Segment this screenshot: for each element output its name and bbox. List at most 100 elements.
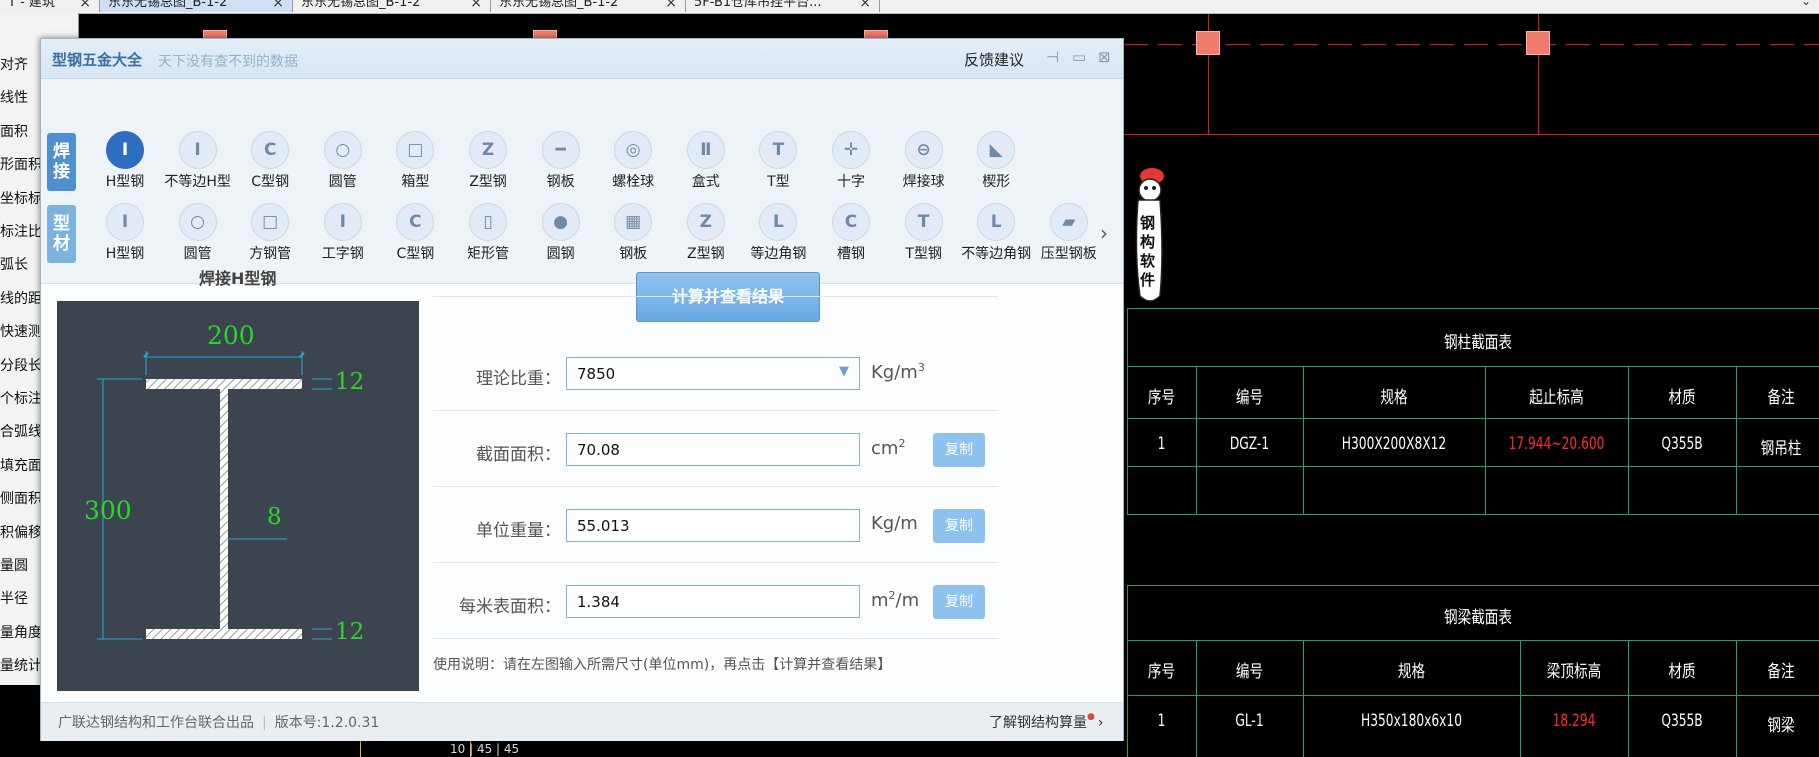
tool-item[interactable]: 量角度	[0, 622, 42, 642]
dim-height-input[interactable]: 300	[84, 496, 132, 525]
dialog-subtitle: 天下没有查不到的数据	[158, 54, 298, 70]
tool-item[interactable]: 对齐	[0, 54, 28, 74]
dim-width-input[interactable]: 200	[207, 321, 255, 350]
tab-drawing-4[interactable]: 5F-B1仓库吊挂平台... ×	[686, 0, 880, 12]
feedback-link[interactable]: 反馈建议	[964, 49, 1024, 70]
density-select[interactable]: 7850 ▼	[566, 357, 860, 390]
section-type-label: 圆管	[183, 246, 212, 262]
section-type-label: C型钢	[251, 174, 290, 190]
dropdown-arrow-icon[interactable]: ▼	[839, 364, 849, 379]
surface-area-label: 每米表面积：	[459, 597, 561, 617]
section-type-z-section[interactable]: Z Z型钢	[452, 131, 524, 191]
tab-drawing-3[interactable]: 东东无锡总图_B-1-2 ×	[491, 0, 686, 12]
section-type-unequal-h-beam[interactable]: I 不等边H型	[162, 131, 234, 191]
close-icon[interactable]: ×	[470, 0, 482, 12]
table-header: 规格	[1380, 388, 1408, 408]
section-type-bolt-ball[interactable]: ◎ 螺栓球	[597, 131, 669, 191]
section-type-unequal-angle[interactable]: L 不等边角钢	[960, 203, 1032, 263]
section-type-label: 焊接球	[902, 174, 945, 190]
section-type-round-bar[interactable]: ● 圆钢	[525, 203, 597, 263]
section-type-h-beam[interactable]: I H型钢	[89, 203, 161, 263]
section-type-wedge[interactable]: ◣ 楔形	[960, 131, 1032, 191]
table-cell: H300X200X8X12	[1341, 434, 1447, 454]
section-type-label: H型钢	[105, 174, 145, 190]
surface-area-field[interactable]: 1.384	[566, 585, 860, 618]
tab-overflow-chevron-icon[interactable]: ⌄	[1801, 0, 1811, 8]
close-icon[interactable]: ⊠	[1098, 48, 1111, 66]
section-type-round-tube[interactable]: ○ 圆管	[162, 203, 234, 263]
tool-item[interactable]: 量统计	[0, 655, 42, 675]
tool-item[interactable]: 面积	[0, 121, 28, 141]
tool-item[interactable]: 侧面积	[0, 488, 42, 508]
tool-item[interactable]: 线性	[0, 87, 28, 107]
tab-drawing-2[interactable]: 东东无锡总图_B-1-2 ×	[293, 0, 491, 12]
section-type-welded-ball[interactable]: ⊖ 焊接球	[888, 131, 960, 191]
tool-item[interactable]: 分段长	[0, 355, 42, 375]
learn-more-link[interactable]: 了解钢结构算量● ›	[989, 712, 1103, 732]
section-type-z-section[interactable]: Z Z型钢	[670, 203, 742, 263]
copy-unit-weight-button[interactable]: 复制	[933, 509, 985, 543]
dialog-titlebar[interactable]: 型钢五金大全 天下没有查不到的数据 反馈建议 ⊣ ▭ ⊠	[41, 39, 1123, 79]
section-type-label: T型	[767, 174, 790, 190]
section-type-box-type[interactable]: Ⅱ 盒式	[670, 131, 742, 191]
section-type-rect-tube[interactable]: ▯ 矩形管	[452, 203, 524, 263]
tab-drawing-1[interactable]: 东东无锡总图_B-1-2 ×	[100, 0, 293, 12]
section-type-channel[interactable]: C 槽钢	[815, 203, 887, 263]
close-icon[interactable]: ×	[272, 0, 284, 12]
close-icon[interactable]: ×	[79, 0, 91, 12]
tool-item[interactable]: 填充面	[0, 455, 42, 475]
close-icon[interactable]: ×	[859, 0, 871, 12]
dim-web-input[interactable]: 8	[267, 504, 282, 530]
section-type-cross-section[interactable]: ✛ 十字	[815, 131, 887, 191]
h-beam-diagram: 200 300 12 12 8	[57, 301, 419, 691]
section-type-c-channel[interactable]: C C型钢	[234, 131, 306, 191]
table-cell: 钢梁	[1767, 716, 1795, 736]
section-type-t-beam[interactable]: T T型钢	[888, 203, 960, 263]
tool-item[interactable]: 线的距	[0, 288, 42, 308]
table-cell: H350x180x6x10	[1361, 711, 1462, 731]
category-profile-tab[interactable]: 型材	[47, 205, 76, 263]
calculate-button[interactable]: 计算并查看结果	[636, 272, 820, 322]
tool-item[interactable]: 合弧线	[0, 421, 42, 441]
section-type-box-section[interactable]: □ 箱型	[379, 131, 451, 191]
category-weld-tab[interactable]: 焊接	[47, 133, 76, 191]
copy-area-button[interactable]: 复制	[933, 433, 985, 467]
dim-bottom-flange-input[interactable]: 12	[335, 619, 364, 645]
table-header: 备注	[1767, 662, 1795, 682]
density-unit: Kg/m3	[871, 361, 925, 383]
section-type-deck-plate[interactable]: ▰ 压型钢板	[1033, 203, 1105, 263]
section-type-c-channel[interactable]: C C型钢	[379, 203, 451, 263]
tool-item[interactable]: 量圆	[0, 555, 28, 575]
table-cell: GL-1	[1235, 711, 1264, 731]
copy-surface-area-button[interactable]: 复制	[933, 585, 985, 619]
box-type-icon: Ⅱ	[686, 131, 725, 169]
section-type-label: 不等边角钢	[961, 246, 1032, 262]
tab-architecture[interactable]: T - 建筑 ×	[0, 0, 100, 12]
tool-item[interactable]: 标注比	[0, 221, 42, 241]
cad-line	[360, 739, 361, 757]
section-type-round-tube[interactable]: ○ 圆管	[307, 131, 379, 191]
tool-item[interactable]: 个标注	[0, 388, 42, 408]
section-type-i-beam[interactable]: I 工字钢	[307, 203, 379, 263]
tool-item[interactable]: 积偏移	[0, 522, 42, 542]
usage-instructions: 使用说明：请在左图输入所需尺寸(单位mm)，再点击【计算并查看结果】	[433, 657, 892, 673]
dim-top-flange-input[interactable]: 12	[335, 369, 364, 395]
unit-weight-field[interactable]: 55.013	[566, 509, 860, 542]
section-type-steel-plate[interactable]: ━ 钢板	[525, 131, 597, 191]
cad-axis-line	[1124, 134, 1819, 135]
tool-item[interactable]: 形面积	[0, 154, 42, 174]
area-label: 截面面积：	[476, 445, 561, 465]
section-type-square-tube[interactable]: □ 方钢管	[234, 203, 306, 263]
section-type-h-beam[interactable]: I H型钢	[89, 131, 161, 191]
section-type-checker-plate[interactable]: ▦ 钢板	[597, 203, 669, 263]
close-icon[interactable]: ×	[665, 0, 677, 12]
minimize-icon[interactable]: ▭	[1072, 48, 1086, 66]
pin-icon[interactable]: ⊣	[1046, 48, 1059, 66]
tool-item[interactable]: 半径	[0, 588, 28, 608]
section-type-equal-angle[interactable]: L 等边角钢	[742, 203, 814, 263]
tool-item[interactable]: 弧长	[0, 254, 28, 274]
section-type-t-section[interactable]: T T型	[742, 131, 814, 191]
section-type-label: Z型钢	[469, 174, 507, 190]
area-field[interactable]: 70.08	[566, 433, 860, 466]
steel-plate-icon: ━	[541, 131, 580, 169]
